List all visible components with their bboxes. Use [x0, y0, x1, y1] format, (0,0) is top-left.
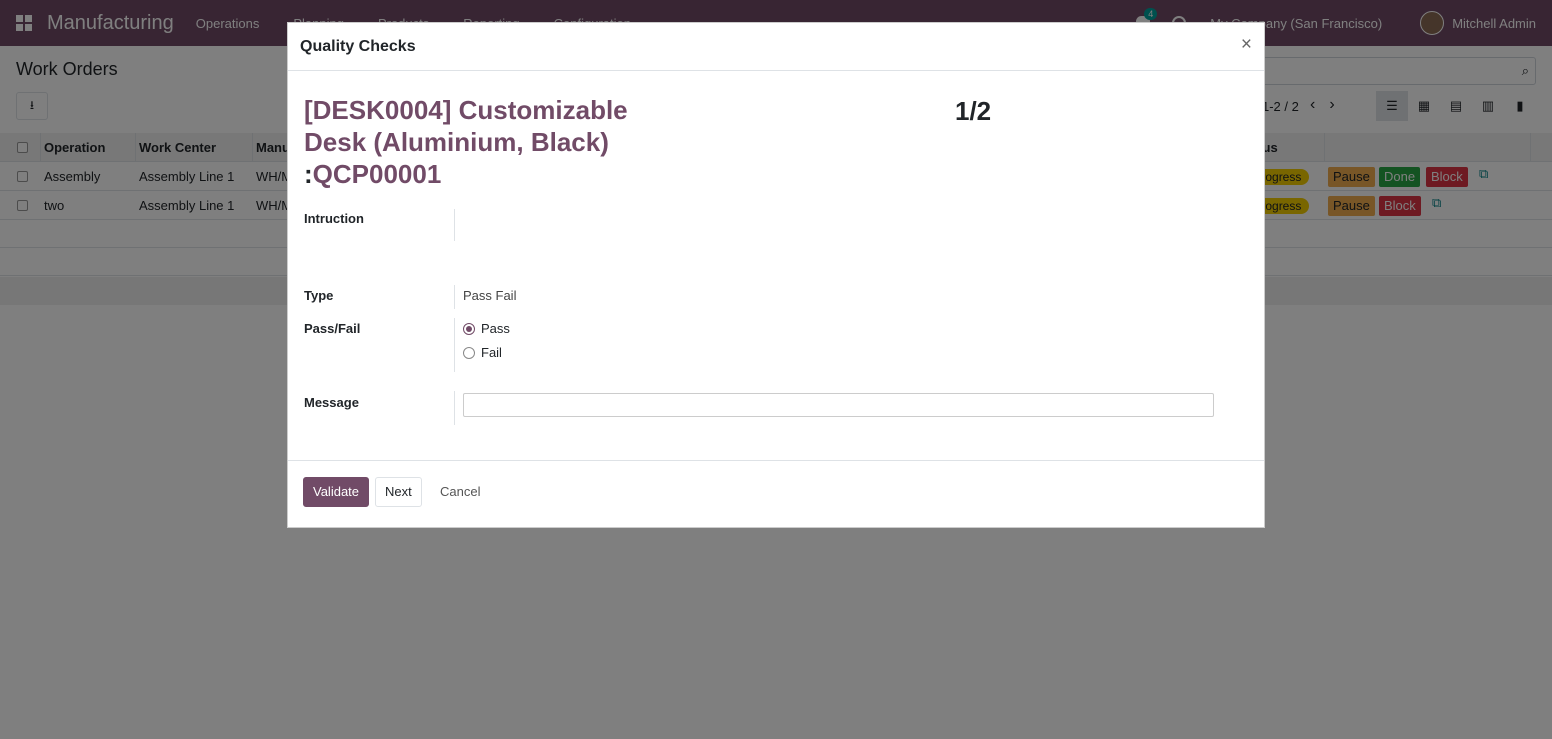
modal-title: Quality Checks [300, 38, 416, 55]
fail-label[interactable]: Fail [481, 345, 502, 360]
pass-radio[interactable] [463, 322, 475, 335]
title-separator: : [304, 159, 313, 189]
pass-radio-option[interactable]: Pass [463, 321, 510, 336]
close-icon[interactable]: × [1241, 34, 1252, 56]
check-reference-link[interactable]: QCP00001 [313, 159, 442, 189]
type-label: Type [304, 288, 334, 303]
pass-label[interactable]: Pass [481, 321, 510, 336]
field-divider [454, 285, 455, 309]
step-counter: 1/2 [955, 96, 992, 126]
modal-header: Quality Checks × [288, 23, 1264, 71]
field-divider [454, 209, 455, 241]
validate-button[interactable]: Validate [303, 477, 370, 507]
fail-radio[interactable] [463, 346, 475, 359]
quality-checks-dialog: Quality Checks × [DESK0004] Customizable… [287, 22, 1265, 528]
product-title: [DESK0004] Customizable Desk (Aluminium,… [304, 94, 664, 190]
modal-footer: Validate Next Cancel [288, 460, 1264, 528]
message-field[interactable] [463, 393, 1214, 417]
field-divider [454, 318, 455, 372]
type-value: Pass Fail [463, 288, 517, 303]
fail-radio-option[interactable]: Fail [463, 345, 502, 360]
instruction-label: Intruction [304, 211, 364, 226]
cancel-button[interactable]: Cancel [430, 477, 490, 507]
passfail-label: Pass/Fail [304, 321, 361, 336]
product-name-link[interactable]: [DESK0004] Customizable Desk (Aluminium,… [304, 95, 628, 157]
field-divider [454, 391, 455, 425]
message-label: Message [304, 395, 359, 410]
next-button[interactable]: Next [375, 477, 422, 507]
